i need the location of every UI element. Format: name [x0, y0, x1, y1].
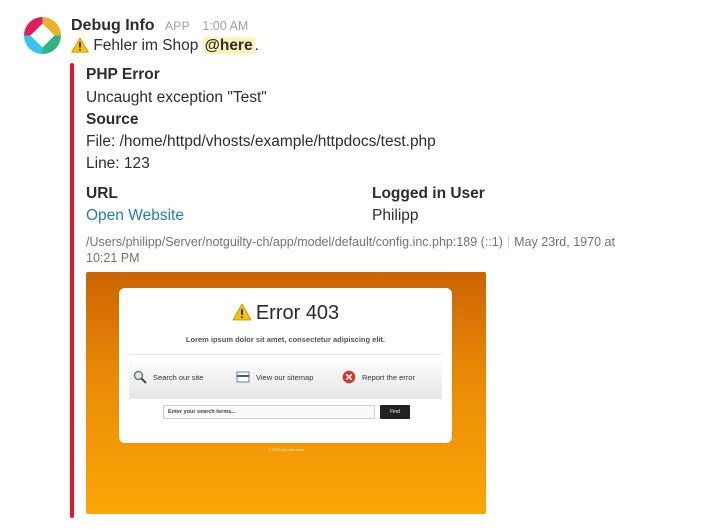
error-subtitle: Lorem ipsum dolor sit amet, consectetur … — [185, 335, 386, 344]
warning-icon — [232, 303, 252, 327]
sender-name[interactable]: Debug Info — [71, 17, 155, 34]
field-title-logged-in-user: Logged in User — [372, 185, 485, 202]
open-website-link[interactable]: Open Website — [86, 207, 184, 224]
message-text-prefix: Fehler im Shop — [93, 37, 199, 54]
magnifier-icon — [133, 370, 147, 384]
find-button: Find — [380, 405, 410, 419]
view-sitemap-label: View our sitemap — [256, 372, 314, 382]
field-value-logged-in-user: Philipp — [372, 207, 419, 224]
attachment-image[interactable]: Error 403 Lorem ipsum dolor sit amet, co… — [86, 272, 486, 514]
warning-icon — [71, 37, 89, 58]
app-badge: APP — [165, 19, 190, 33]
report-error-label: Report the error — [362, 372, 415, 382]
field-value-source-file: File: /home/httpd/vhosts/example/httpdoc… — [86, 133, 436, 150]
error-page-copyright: © 2010 your site name — [268, 448, 304, 452]
report-error-icon — [342, 370, 356, 384]
error-title: Error 403 — [119, 302, 452, 327]
field-title-source: Source — [86, 111, 139, 128]
search-site-label: Search our site — [153, 372, 204, 382]
error-title-text: Error 403 — [255, 302, 340, 324]
message-text-suffix: . — [254, 37, 259, 54]
field-title-url: URL — [86, 185, 118, 202]
avatar[interactable] — [24, 17, 61, 54]
error-page-card: Error 403 Lorem ipsum dolor sit amet, co… — [119, 288, 452, 443]
footer-path: /Users/philipp/Server/notguilty-ch/app/m… — [86, 235, 503, 249]
here-mention[interactable]: @here — [202, 37, 255, 54]
error-options-bar: Search our site View our sitemap Report … — [129, 354, 442, 399]
footer-separator: | — [506, 235, 511, 249]
attachment-color-bar — [70, 63, 74, 518]
view-sitemap-option: View our sitemap — [236, 355, 313, 399]
field-value-source-line: Line: 123 — [86, 155, 150, 172]
field-value-php-error: Uncaught exception "Test" — [86, 89, 267, 106]
search-site-option: Search our site — [133, 355, 203, 399]
report-error-option: Report the error — [342, 355, 415, 399]
message-text: Fehler im Shop @here. — [71, 37, 259, 58]
message-header: Debug Info APP 1:00 AM — [71, 17, 248, 37]
error-search-input: Enter your search terms... — [163, 405, 375, 419]
timestamp[interactable]: 1:00 AM — [202, 19, 248, 33]
app-logo-icon — [24, 17, 61, 54]
sitemap-icon — [236, 371, 250, 383]
open-website-link-wrap: Open Website — [86, 207, 184, 225]
attachment-footer: /Users/philipp/Server/notguilty-ch/app/m… — [86, 234, 646, 266]
field-title-php-error: PHP Error — [86, 66, 160, 83]
